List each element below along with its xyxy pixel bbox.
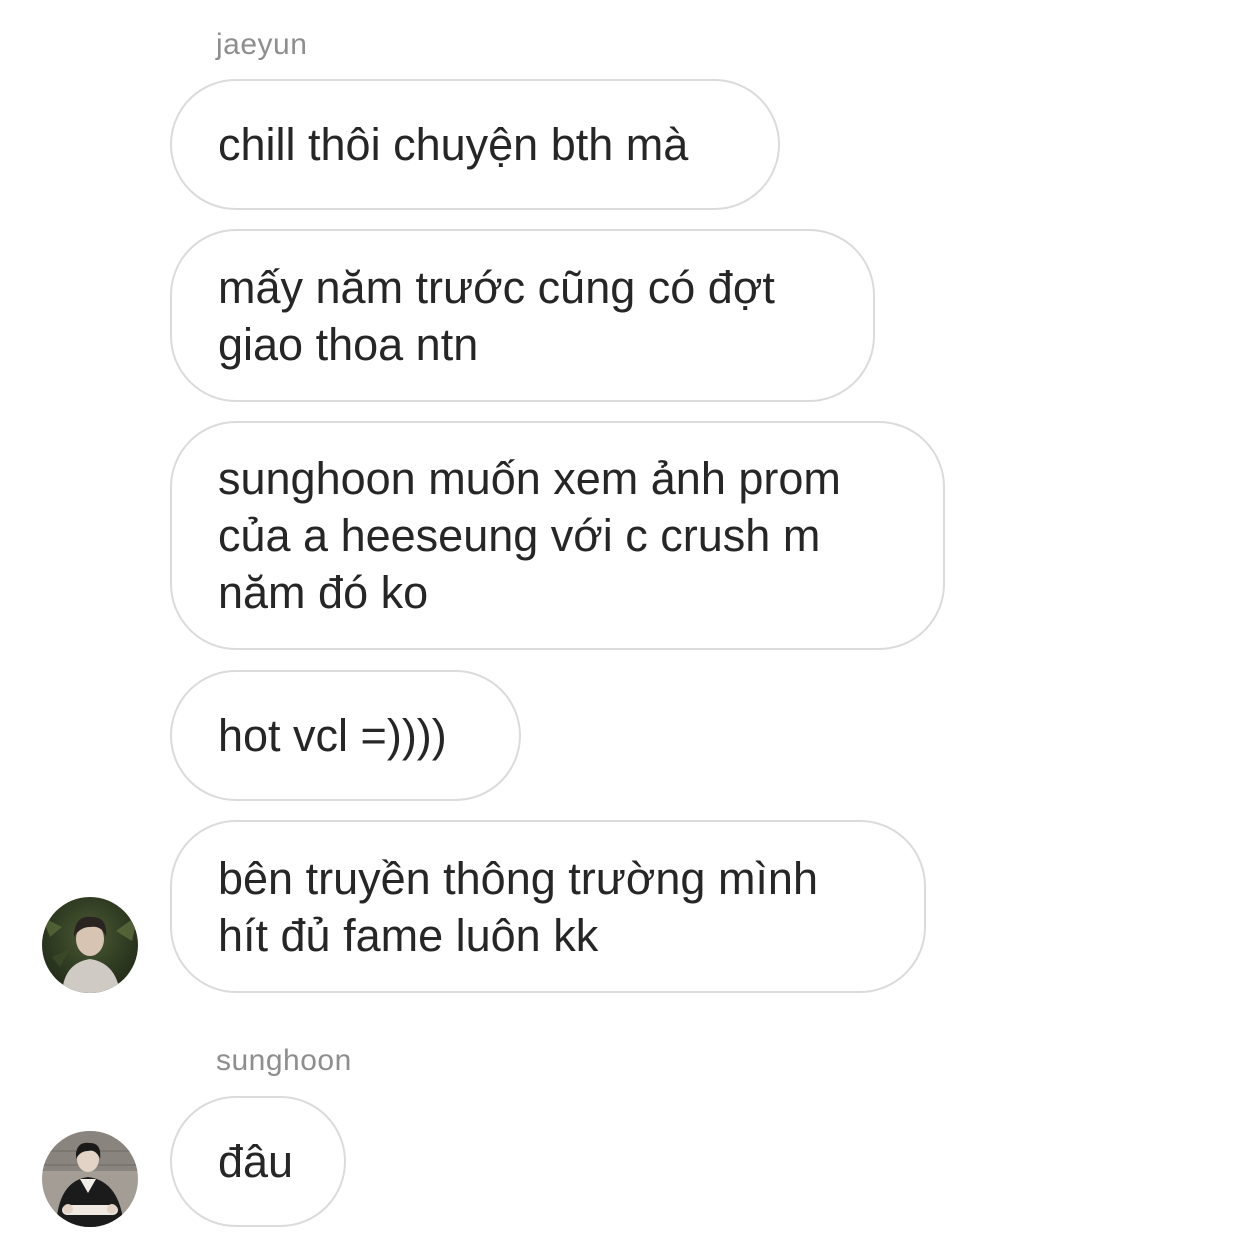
avatar-photo-icon [42,1131,138,1227]
message-text: chill thôi chuyện bth mà [218,119,689,170]
avatar-jaeyun[interactable] [42,897,138,993]
avatar-sunghoon[interactable] [42,1131,138,1227]
message-text: hot vcl =)))) [218,710,447,761]
message-bubble[interactable]: đâu [170,1096,346,1227]
message-bubble[interactable]: chill thôi chuyện bth mà [170,79,780,210]
sender-name-sunghoon: sunghoon [216,1044,352,1077]
message-bubble[interactable]: sunghoon muốn xem ảnh prom của a heeseun… [170,421,945,650]
message-text: bên truyền thông trường mình hít đủ fame… [218,852,818,961]
message-text: sunghoon muốn xem ảnh prom của a heeseun… [218,453,841,618]
message-bubble[interactable]: mấy năm trước cũng có đợt giao thoa ntn [170,229,875,402]
message-bubble[interactable]: bên truyền thông trường mình hít đủ fame… [170,820,926,993]
sender-name-jaeyun: jaeyun [216,28,308,61]
avatar-photo-icon [42,897,138,993]
message-text: mấy năm trước cũng có đợt giao thoa ntn [218,261,775,370]
message-bubble[interactable]: hot vcl =)))) [170,670,521,801]
message-text: đâu [218,1136,294,1187]
